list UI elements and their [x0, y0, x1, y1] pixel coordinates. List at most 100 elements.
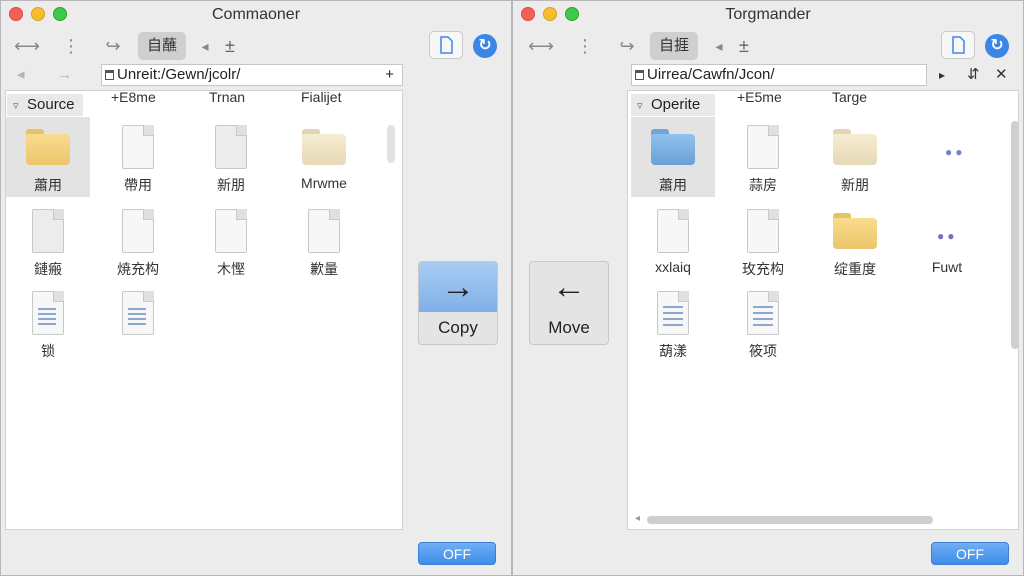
- file-item[interactable]: 锁: [6, 283, 90, 363]
- file-item[interactable]: 新朋: [813, 117, 897, 197]
- column-header[interactable]: Targe: [832, 89, 867, 105]
- file-name: 蕭用: [659, 177, 687, 193]
- file-item[interactable]: Mrwme: [282, 117, 366, 197]
- new-document-button[interactable]: [941, 31, 975, 59]
- text-document-icon: [32, 291, 64, 335]
- sidebar-header[interactable]: ▿ Source: [7, 94, 83, 116]
- path-text: Uirrea/Cawfn/Jcon/: [647, 66, 775, 83]
- file-item[interactable]: [96, 283, 180, 363]
- document-icon: [308, 209, 340, 253]
- navigation-controls: ◂ →: [13, 64, 93, 86]
- file-item[interactable]: 新朋: [189, 117, 273, 197]
- file-name: Mrwme: [301, 175, 347, 191]
- sidebar-header-label: Operite: [651, 96, 701, 113]
- column-header[interactable]: Fialijet: [301, 89, 341, 105]
- sync-icon[interactable]: ↻: [985, 34, 1009, 58]
- file-item[interactable]: 歉量: [282, 201, 366, 281]
- off-button[interactable]: OFF: [418, 542, 496, 565]
- split-icon[interactable]: ⋮: [57, 31, 85, 61]
- file-item[interactable]: 蕭用: [6, 117, 90, 197]
- up-level-icon[interactable]: ±: [733, 31, 755, 61]
- expand-arrow-icon[interactable]: ▸: [939, 64, 945, 86]
- folder-icon: [26, 129, 70, 165]
- app-icon: ●●: [945, 145, 966, 159]
- file-name: Fuwt: [931, 259, 963, 275]
- column-header[interactable]: +E5me: [737, 89, 782, 105]
- document-icon: [32, 209, 64, 253]
- sort-icon[interactable]: ⇵: [967, 64, 980, 86]
- left-arrow-icon: ←: [552, 268, 586, 306]
- view-mode-button[interactable]: 自蘸: [138, 32, 187, 60]
- folder-icon: [833, 129, 877, 165]
- file-name: 筱项: [749, 343, 777, 359]
- horizontal-scroll-thumb[interactable]: [647, 516, 933, 524]
- swap-icon[interactable]: ⟷: [11, 31, 43, 61]
- file-item[interactable]: ●●: [913, 117, 997, 197]
- previous-icon[interactable]: ◂: [711, 31, 727, 61]
- text-document-icon: [657, 291, 689, 335]
- disclosure-triangle-icon: ▿: [13, 100, 19, 112]
- file-name: xxlaiq: [655, 259, 691, 275]
- add-tab-icon[interactable]: +: [385, 65, 394, 85]
- file-item[interactable]: 焼充构: [96, 201, 180, 281]
- vertical-scrollbar[interactable]: [1011, 121, 1019, 349]
- text-document-icon: [747, 291, 779, 335]
- previous-icon[interactable]: ◂: [197, 31, 213, 61]
- path-field[interactable]: Uirrea/Cawfn/Jcon/: [631, 64, 927, 86]
- sync-icon[interactable]: ↻: [473, 34, 497, 58]
- new-document-button[interactable]: [429, 31, 463, 59]
- forward-icon[interactable]: ↪: [99, 31, 127, 61]
- off-button[interactable]: OFF: [931, 542, 1009, 565]
- column-header[interactable]: +E8me: [111, 89, 156, 105]
- forward-icon[interactable]: ↪: [613, 31, 641, 61]
- file-name: 帶用: [124, 177, 152, 193]
- move-label: Move: [548, 318, 590, 337]
- vertical-scrollbar[interactable]: [387, 125, 395, 163]
- file-item[interactable]: 绽重度: [813, 201, 897, 281]
- file-name: 绽重度: [834, 261, 876, 277]
- path-text: Unreit:/Gewn/jcolr/: [117, 66, 241, 83]
- copy-button[interactable]: → Copy: [418, 261, 498, 345]
- disk-icon: [635, 70, 644, 80]
- file-name: 锁: [41, 343, 55, 359]
- swap-icon[interactable]: ⟷: [525, 31, 557, 61]
- file-name: 木慳: [217, 261, 245, 277]
- window-title: Commaoner: [211, 6, 301, 23]
- back-arrow-icon[interactable]: ◂: [17, 64, 25, 86]
- document-icon: [440, 36, 453, 54]
- folder-icon: [833, 213, 877, 249]
- document-icon: [215, 209, 247, 253]
- up-level-icon[interactable]: ±: [219, 31, 241, 61]
- document-icon: [747, 209, 779, 253]
- horizontal-scrollbar[interactable]: [629, 513, 1007, 527]
- file-item[interactable]: 玫充构: [721, 201, 805, 281]
- sidebar-header[interactable]: ▿ Operite: [631, 94, 715, 116]
- path-field[interactable]: Unreit:/Gewn/jcolr/ +: [101, 64, 403, 86]
- file-name: 新朋: [217, 177, 245, 193]
- file-name: 葫漾: [659, 343, 687, 359]
- file-item[interactable]: ●● Fuwt: [905, 201, 989, 281]
- toolbar: ⟷ ⋮ ↪ 自蘸 ◂ ± ↻: [1, 31, 511, 61]
- text-document-icon: [122, 291, 154, 335]
- file-item[interactable]: 木慳: [189, 201, 273, 281]
- split-icon[interactable]: ⋮: [571, 31, 599, 61]
- close-icon[interactable]: ✕: [995, 64, 1008, 86]
- file-item[interactable]: xxlaiq: [631, 201, 715, 281]
- file-item[interactable]: 蕭用: [631, 117, 715, 197]
- file-item[interactable]: 葫漾: [631, 283, 715, 363]
- document-icon: [215, 125, 247, 169]
- file-name: 新朋: [841, 177, 869, 193]
- document-icon: [122, 125, 154, 169]
- column-header[interactable]: Trnan: [209, 89, 245, 105]
- forward-arrow-icon[interactable]: →: [57, 64, 72, 86]
- file-item[interactable]: 蒜房: [721, 117, 805, 197]
- document-icon: [747, 125, 779, 169]
- view-mode-button[interactable]: 自捱: [650, 32, 699, 60]
- file-item[interactable]: 鏈瘢: [6, 201, 90, 281]
- file-item[interactable]: 筱项: [721, 283, 805, 363]
- source-window: Commaoner ⟷ ⋮ ↪ 自蘸 ◂ ± ↻ ◂ → Unreit:/Gew…: [0, 0, 512, 576]
- move-button[interactable]: ← Move: [529, 261, 609, 345]
- file-name: 焼充构: [117, 261, 159, 277]
- navigation-controls: ▸ ⇵ ✕: [933, 64, 1017, 86]
- file-item[interactable]: 帶用: [96, 117, 180, 197]
